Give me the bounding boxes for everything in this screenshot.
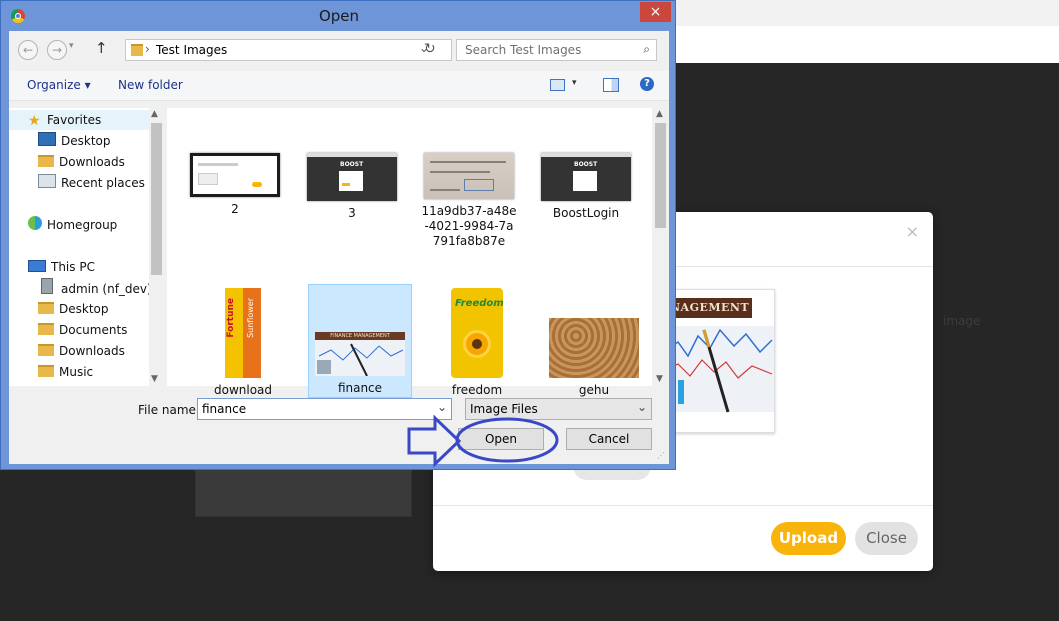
- nav-item-downloads[interactable]: Downloads: [38, 152, 125, 172]
- file-item-download[interactable]: Fortune Sunflower download: [191, 288, 295, 398]
- scroll-up-icon[interactable]: ▲: [151, 109, 158, 119]
- modal-footer-divider: [433, 505, 933, 506]
- nav-item-favorites[interactable]: ★ Favorites: [28, 110, 101, 130]
- file-name-value: finance: [202, 402, 247, 416]
- file-thumbnail: [549, 318, 639, 378]
- file-list-scroll-thumb[interactable]: [655, 123, 666, 228]
- file-thumbnail: Freedom: [451, 288, 504, 378]
- annotation-overlay: [407, 415, 559, 468]
- file-name: BoostLogin: [552, 206, 620, 220]
- nav-item-recent-places[interactable]: Recent places: [38, 173, 145, 193]
- file-name: download: [213, 383, 273, 397]
- scroll-up-icon[interactable]: ▲: [656, 109, 663, 119]
- chevron-down-icon: ⌄: [636, 400, 647, 414]
- folder-icon: [38, 302, 54, 314]
- folder-icon: [38, 344, 54, 356]
- file-name-label: File name:: [138, 403, 200, 417]
- file-item-freedom[interactable]: Freedom freedom: [425, 288, 529, 398]
- image-preview: NAGEMENT: [663, 289, 775, 433]
- search-box[interactable]: Search Test Images ⌕: [456, 39, 657, 61]
- address-bar[interactable]: › Test Images ⌄: [125, 39, 452, 61]
- file-item-gehu[interactable]: gehu: [542, 318, 646, 398]
- upload-button[interactable]: Upload: [771, 522, 846, 555]
- dialog-body: ← → ▾ ↑ › Test Images ⌄ ↻ Search Test Im…: [9, 31, 669, 464]
- folder-icon: [131, 44, 143, 56]
- preview-chart-image: [664, 326, 774, 413]
- file-thumbnail: BOOST: [307, 153, 397, 201]
- file-type-value: Image Files: [470, 402, 538, 416]
- navigation-pane: ★ Favorites Desktop Downloads Recent plac…: [9, 108, 164, 386]
- nav-item-pc-desktop[interactable]: Desktop: [38, 299, 109, 319]
- file-name: finance: [337, 381, 383, 395]
- file-list: 2 BOOST 3 11a9db37-a48e-4021-9984-7a791f…: [167, 108, 652, 398]
- file-item-11a9db37[interactable]: 11a9db37-a48e-4021-9984-7a791fa8b87e: [417, 153, 521, 249]
- new-folder-button[interactable]: New folder: [118, 78, 183, 92]
- file-item-2[interactable]: 2: [183, 153, 287, 217]
- recent-locations-chevron-icon[interactable]: ▾: [69, 41, 74, 51]
- scroll-down-icon[interactable]: ▼: [656, 374, 663, 384]
- file-name-dropdown-icon[interactable]: ⌄: [437, 400, 447, 414]
- address-path: Test Images: [156, 43, 228, 57]
- address-separator: ›: [145, 42, 150, 56]
- refresh-icon[interactable]: ↻: [424, 41, 436, 57]
- nav-item-desktop[interactable]: Desktop: [38, 131, 111, 151]
- file-thumbnail: [424, 153, 514, 199]
- help-icon[interactable]: ?: [640, 77, 654, 91]
- computer-icon: [28, 260, 46, 272]
- navigation-scroll-thumb[interactable]: [151, 123, 162, 275]
- view-options-icon[interactable]: [550, 79, 565, 91]
- preview-pane-icon[interactable]: [603, 78, 619, 92]
- file-item-3[interactable]: BOOST 3: [300, 153, 404, 221]
- nav-item-homegroup[interactable]: Homegroup: [28, 215, 117, 235]
- dialog-toolbar: Organize ▾ New folder ▾ ?: [9, 71, 669, 101]
- up-button[interactable]: ↑: [95, 39, 108, 57]
- open-file-dialog: Open × ← → ▾ ↑ › Test Images ⌄ ↻ Search …: [0, 0, 676, 470]
- network-drive-icon: [41, 278, 53, 294]
- forward-button[interactable]: →: [47, 40, 67, 60]
- file-thumbnail: FINANCE MANAGEMENT: [315, 332, 405, 376]
- view-dropdown-icon[interactable]: ▾: [572, 78, 577, 88]
- file-name: freedom: [451, 383, 503, 397]
- modal-close-icon[interactable]: ×: [906, 222, 919, 241]
- nav-item-admin-drive[interactable]: admin (nf_dev): [38, 278, 152, 298]
- nav-item-music[interactable]: Music: [38, 362, 93, 382]
- file-item-boostlogin[interactable]: BOOST BoostLogin: [534, 153, 638, 221]
- nav-item-this-pc[interactable]: This PC: [28, 257, 95, 277]
- dialog-close-button[interactable]: ×: [640, 2, 671, 22]
- file-item-finance[interactable]: FINANCE MANAGEMENT finance: [308, 332, 412, 396]
- modal-side-text: image: [943, 314, 981, 328]
- dialog-title: Open: [318, 7, 360, 25]
- file-name: gehu: [578, 383, 610, 397]
- file-thumbnail: BOOST: [541, 153, 631, 201]
- file-name: 3: [348, 206, 356, 220]
- nav-item-documents[interactable]: Documents: [38, 320, 127, 340]
- back-button[interactable]: ←: [18, 40, 38, 60]
- recent-places-icon: [38, 174, 56, 188]
- file-thumbnail: Fortune Sunflower: [221, 288, 265, 378]
- star-icon: ★: [28, 113, 41, 129]
- search-placeholder: Search Test Images: [465, 43, 582, 57]
- close-button[interactable]: Close: [855, 522, 918, 555]
- organize-menu[interactable]: Organize ▾: [27, 78, 91, 92]
- file-thumbnail: [190, 153, 280, 197]
- cancel-button[interactable]: Cancel: [566, 428, 652, 450]
- folder-icon: [38, 323, 54, 335]
- file-name: 2: [231, 202, 239, 216]
- folder-icon: [38, 365, 54, 377]
- nav-item-pc-downloads[interactable]: Downloads: [38, 341, 125, 361]
- desktop-icon: [38, 132, 56, 146]
- annotation-circle-icon: [455, 417, 559, 463]
- annotation-arrow-icon: [407, 415, 462, 468]
- homegroup-icon: [28, 216, 42, 230]
- search-icon[interactable]: ⌕: [643, 42, 650, 57]
- scroll-down-icon[interactable]: ▼: [151, 374, 158, 384]
- resize-grip-icon[interactable]: ⋰: [657, 451, 665, 460]
- file-name: 11a9db37-a48e-4021-9984-7a791fa8b87e: [421, 204, 517, 248]
- folder-icon: [38, 155, 54, 167]
